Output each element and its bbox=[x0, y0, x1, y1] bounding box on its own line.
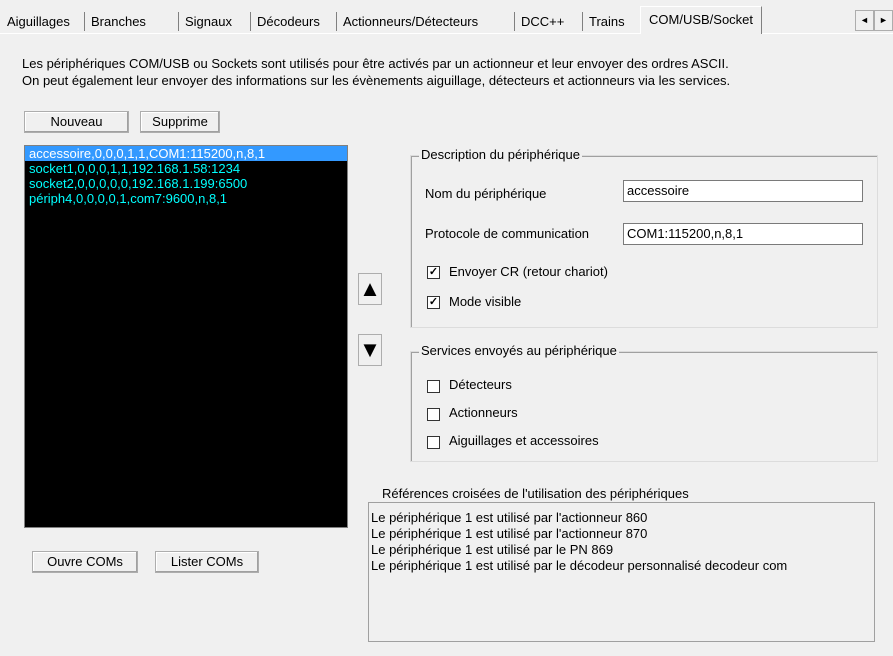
device-name-label: Nom du périphérique bbox=[425, 186, 547, 201]
tab-dccpp[interactable]: DCC++ bbox=[516, 12, 569, 32]
tab-separator bbox=[336, 12, 337, 31]
device-list[interactable]: accessoire,0,0,0,1,1,COM1:115200,n,8,1 s… bbox=[24, 145, 348, 528]
device-description-legend: Description du périphérique bbox=[419, 147, 582, 162]
scroll-right-icon[interactable]: ► bbox=[874, 10, 893, 31]
tab-scroll-buttons: ◄ ► bbox=[855, 10, 893, 31]
list-item: Le périphérique 1 est utilisé par le PN … bbox=[371, 542, 614, 557]
tab-strip: Aiguillages Branches Signaux Décodeurs A… bbox=[0, 0, 893, 34]
tab-branches[interactable]: Branches bbox=[86, 12, 151, 32]
new-device-button[interactable]: Nouveau bbox=[24, 111, 129, 133]
delete-device-button[interactable]: Supprime bbox=[140, 111, 220, 133]
list-coms-button[interactable]: Lister COMs bbox=[155, 551, 259, 573]
tab-trains[interactable]: Trains bbox=[584, 12, 630, 32]
tab-signaux[interactable]: Signaux bbox=[180, 12, 237, 32]
send-cr-checkbox[interactable]: ✓ bbox=[427, 266, 440, 279]
tab-separator bbox=[514, 12, 515, 31]
list-item[interactable]: accessoire,0,0,0,1,1,COM1:115200,n,8,1 bbox=[25, 146, 347, 161]
tab-separator bbox=[84, 12, 85, 31]
service-actionneurs-label: Actionneurs bbox=[449, 405, 518, 420]
protocol-field[interactable]: COM1:115200,n,8,1 bbox=[623, 223, 863, 245]
arrow-down-icon: ▼ bbox=[359, 337, 381, 362]
services-group: Services envoyés au périphérique Détecte… bbox=[410, 343, 878, 462]
arrow-up-icon: ▲ bbox=[359, 276, 381, 301]
send-cr-label: Envoyer CR (retour chariot) bbox=[449, 264, 608, 279]
scroll-left-icon[interactable]: ◄ bbox=[855, 10, 874, 31]
device-name-field[interactable]: accessoire bbox=[623, 180, 863, 202]
service-actionneurs-checkbox[interactable] bbox=[427, 408, 440, 421]
list-item[interactable]: socket1,0,0,0,1,1,192.168.1.58:1234 bbox=[25, 161, 347, 176]
page-description: Les périphériques COM/USB ou Sockets son… bbox=[22, 55, 882, 89]
services-legend: Services envoyés au périphérique bbox=[419, 343, 619, 358]
service-aiguillages-label: Aiguillages et accessoires bbox=[449, 433, 599, 448]
cross-references-box[interactable]: Le périphérique 1 est utilisé par l'acti… bbox=[368, 502, 875, 642]
list-item: Le périphérique 1 est utilisé par le déc… bbox=[371, 558, 788, 573]
description-line-1: Les périphériques COM/USB ou Sockets son… bbox=[22, 56, 729, 71]
description-line-2: On peut également leur envoyer des infor… bbox=[22, 73, 731, 88]
list-item: Le périphérique 1 est utilisé par l'acti… bbox=[371, 526, 648, 541]
list-item[interactable]: socket2,0,0,0,0,0,192.168.1.199:6500 bbox=[25, 176, 347, 191]
move-down-button[interactable]: ▼ bbox=[358, 334, 382, 366]
tab-actionneurs-detecteurs[interactable]: Actionneurs/Détecteurs bbox=[338, 12, 483, 32]
device-description-group: Description du périphérique Nom du périp… bbox=[410, 147, 878, 328]
tab-separator bbox=[582, 12, 583, 31]
tab-separator bbox=[250, 12, 251, 31]
list-item: Le périphérique 1 est utilisé par l'acti… bbox=[371, 510, 648, 525]
move-up-button[interactable]: ▲ bbox=[358, 273, 382, 305]
cross-references-title: Références croisées de l'utilisation des… bbox=[382, 486, 689, 501]
service-detecteurs-checkbox[interactable] bbox=[427, 380, 440, 393]
list-item[interactable]: périph4,0,0,0,0,1,com7:9600,n,8,1 bbox=[25, 191, 347, 206]
visible-mode-checkbox[interactable]: ✓ bbox=[427, 296, 440, 309]
tab-aiguillages[interactable]: Aiguillages bbox=[2, 12, 75, 32]
service-aiguillages-checkbox[interactable] bbox=[427, 436, 440, 449]
protocol-label: Protocole de communication bbox=[425, 226, 590, 241]
open-coms-button[interactable]: Ouvre COMs bbox=[32, 551, 138, 573]
service-detecteurs-label: Détecteurs bbox=[449, 377, 512, 392]
tab-com-usb-socket[interactable]: COM/USB/Socket bbox=[640, 6, 763, 34]
tab-separator bbox=[178, 12, 179, 31]
tab-decodeurs[interactable]: Décodeurs bbox=[252, 12, 325, 32]
visible-mode-label: Mode visible bbox=[449, 294, 522, 309]
